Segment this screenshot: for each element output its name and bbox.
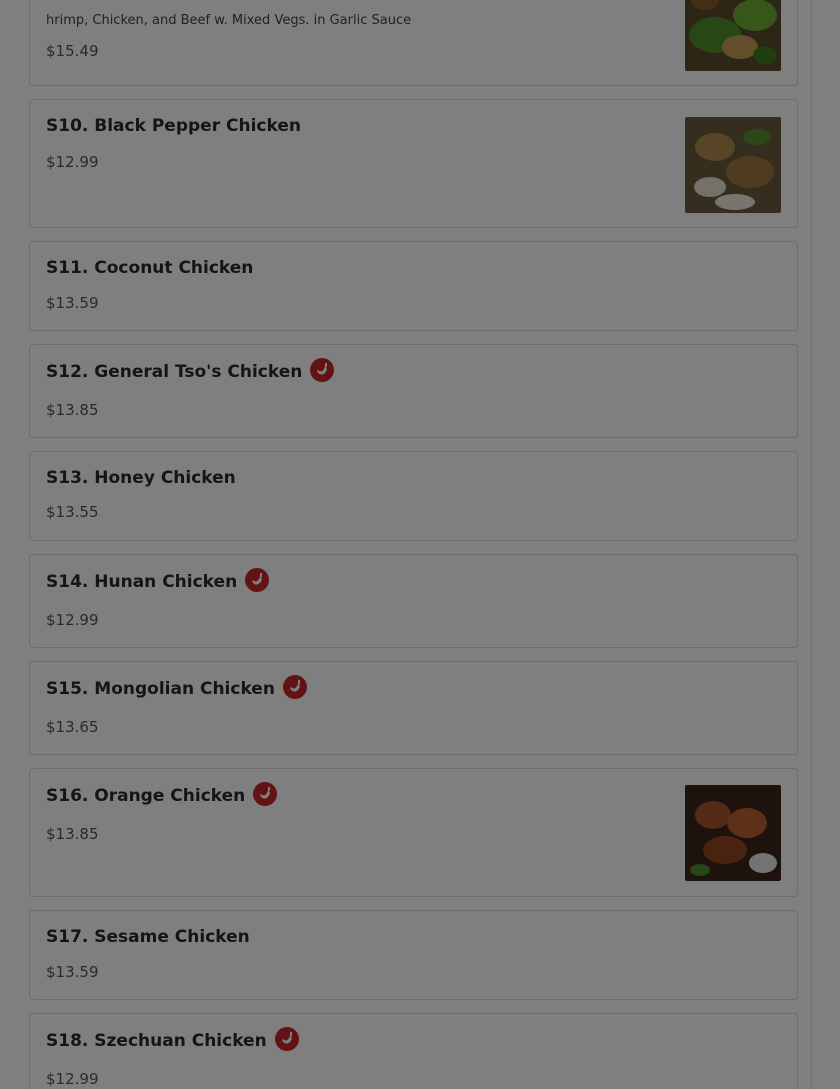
menu-item-name-text: S15. Mongolian Chicken — [46, 679, 275, 699]
menu-item-card[interactable]: S10. Black Pepper Chicken $12.99 — [29, 99, 798, 228]
menu-item-card[interactable]: S11. Coconut Chicken $13.59 — [29, 241, 798, 331]
menu-item-name: S10. Black Pepper Chicken — [46, 116, 301, 136]
menu-item-description: hrimp, Chicken, and Beef w. Mixed Vegs. … — [46, 13, 412, 28]
menu-item-name-text: S18. Szechuan Chicken — [46, 1031, 267, 1051]
menu-item-name: S15. Mongolian Chicken — [46, 675, 307, 701]
dish-photo[interactable] — [685, 117, 781, 213]
page-scrollbar[interactable] — [811, 0, 812, 1089]
spicy-pepper-icon — [253, 782, 278, 806]
menu-item-price: $13.59 — [46, 294, 99, 312]
menu-item-price: $13.85 — [46, 825, 99, 843]
menu-page: hrimp, Chicken, and Beef w. Mixed Vegs. … — [0, 0, 840, 1089]
spicy-pepper-icon — [282, 675, 307, 699]
menu-item-card[interactable]: S15. Mongolian Chicken $13.65 — [29, 661, 798, 755]
menu-item-card[interactable]: S18. Szechuan Chicken $12.99 — [29, 1013, 798, 1089]
menu-item-price: $12.99 — [46, 153, 99, 171]
menu-item-name: S11. Coconut Chicken — [46, 258, 254, 278]
menu-item-card[interactable]: S16. Orange Chicken $13.85 — [29, 768, 798, 897]
menu-item-card[interactable]: S14. Hunan Chicken $12.99 — [29, 554, 798, 648]
menu-item-price: $13.65 — [46, 718, 99, 736]
menu-item-price: $13.55 — [46, 503, 99, 521]
menu-item-name-text: S14. Hunan Chicken — [46, 572, 238, 592]
menu-item-name-text: S16. Orange Chicken — [46, 786, 246, 806]
menu-item-name: S18. Szechuan Chicken — [46, 1027, 299, 1053]
menu-item-price: $13.85 — [46, 401, 99, 419]
menu-item-name: S14. Hunan Chicken — [46, 568, 270, 594]
menu-item-card[interactable]: hrimp, Chicken, and Beef w. Mixed Vegs. … — [29, 0, 798, 86]
menu-item-card[interactable]: S17. Sesame Chicken $13.59 — [29, 910, 798, 1000]
menu-item-name: S17. Sesame Chicken — [46, 927, 250, 947]
menu-item-card[interactable]: S13. Honey Chicken $13.55 — [29, 451, 798, 541]
menu-item-price: $12.99 — [46, 1070, 99, 1088]
menu-item-name: S16. Orange Chicken — [46, 782, 278, 808]
menu-item-price: $13.59 — [46, 963, 99, 981]
menu-item-name: S13. Honey Chicken — [46, 468, 236, 488]
menu-item-name-text: S12. General Tso's Chicken — [46, 362, 303, 382]
spicy-pepper-icon — [245, 568, 270, 592]
dish-photo[interactable] — [685, 785, 781, 881]
menu-item-price: $12.99 — [46, 611, 99, 629]
spicy-pepper-icon — [274, 1027, 299, 1051]
menu-item-name: S12. General Tso's Chicken — [46, 358, 335, 384]
spicy-pepper-icon — [310, 358, 335, 382]
menu-item-card[interactable]: S12. General Tso's Chicken $13.85 — [29, 344, 798, 438]
dish-photo[interactable] — [685, 0, 781, 71]
menu-item-price: $15.49 — [46, 42, 99, 60]
